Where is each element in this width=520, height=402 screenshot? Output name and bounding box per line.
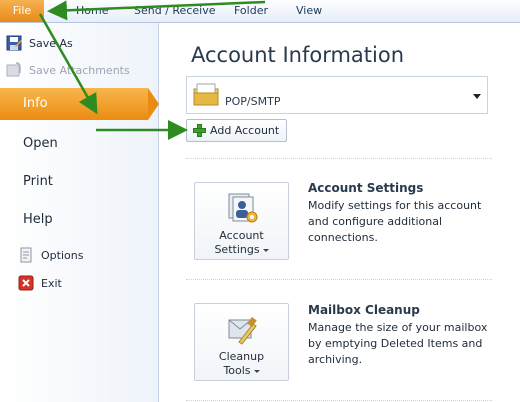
mailbox-cleanup-title: Mailbox Cleanup bbox=[308, 303, 420, 317]
account-settings-button[interactable]: Account Settings bbox=[194, 182, 289, 260]
account-settings-icon bbox=[225, 191, 259, 225]
nav-tab-print[interactable]: Print bbox=[0, 166, 158, 198]
divider bbox=[186, 279, 492, 280]
cleanup-tools-label-1: Cleanup bbox=[218, 350, 265, 363]
options-label: Options bbox=[41, 248, 84, 262]
add-account-button[interactable]: Add Account bbox=[186, 119, 287, 142]
chevron-down-icon bbox=[473, 94, 481, 99]
exit-label: Exit bbox=[41, 276, 62, 290]
cleanup-tools-icon bbox=[225, 312, 259, 346]
tab-home[interactable]: Home bbox=[76, 0, 108, 22]
tab-view[interactable]: View bbox=[296, 0, 322, 22]
account-settings-label-2: Settings bbox=[214, 243, 260, 256]
plus-icon bbox=[193, 124, 206, 137]
account-settings-label-1: Account bbox=[219, 229, 264, 242]
cleanup-tools-button[interactable]: Cleanup Tools bbox=[194, 303, 289, 381]
account-info-panel: Account Information POP/SMTP Add Account… bbox=[159, 23, 520, 402]
divider bbox=[186, 400, 492, 401]
page-title: Account Information bbox=[191, 43, 405, 67]
tab-folder[interactable]: Folder bbox=[234, 0, 268, 22]
save-attachments-label: Save Attachments bbox=[29, 63, 130, 77]
save-attachments-command[interactable]: Save Attachments bbox=[6, 60, 130, 80]
save-as-command[interactable]: Save As bbox=[6, 33, 73, 53]
ribbon-tab-strip: File Home Send / Receive Folder View bbox=[0, 0, 520, 23]
tab-file[interactable]: File bbox=[0, 0, 44, 22]
nav-tab-help[interactable]: Help bbox=[0, 204, 158, 236]
mail-folder-icon bbox=[191, 81, 221, 111]
nav-tab-open[interactable]: Open bbox=[0, 128, 158, 160]
save-as-icon bbox=[6, 35, 22, 51]
account-settings-description: Modify settings for this account and con… bbox=[308, 199, 482, 244]
divider bbox=[186, 158, 492, 159]
tab-send-receive[interactable]: Send / Receive bbox=[134, 0, 215, 22]
cleanup-tools-label-2: Tools bbox=[223, 364, 251, 377]
cleanup-tools-label-2-row: Tools bbox=[195, 364, 288, 378]
exit-icon bbox=[18, 275, 34, 291]
add-account-label: Add Account bbox=[210, 124, 280, 137]
chevron-down-icon bbox=[262, 248, 269, 252]
account-selector[interactable]: POP/SMTP bbox=[186, 76, 488, 114]
exit-command[interactable]: Exit bbox=[18, 273, 62, 293]
active-tab-pointer bbox=[148, 88, 159, 120]
options-icon bbox=[18, 247, 34, 263]
options-command[interactable]: Options bbox=[18, 245, 83, 265]
save-attachments-icon bbox=[6, 62, 22, 78]
nav-tab-info[interactable]: Info bbox=[0, 88, 148, 120]
chevron-down-icon bbox=[253, 369, 260, 373]
account-type-label: POP/SMTP bbox=[225, 95, 281, 108]
mailbox-cleanup-description: Manage the size of your mailbox by empty… bbox=[308, 321, 488, 366]
account-settings-title: Account Settings bbox=[308, 181, 424, 195]
account-settings-label-2-row: Settings bbox=[195, 243, 288, 257]
save-as-label: Save As bbox=[29, 36, 73, 50]
backstage-nav: Save As Save Attachments Info Open Print… bbox=[0, 23, 159, 402]
